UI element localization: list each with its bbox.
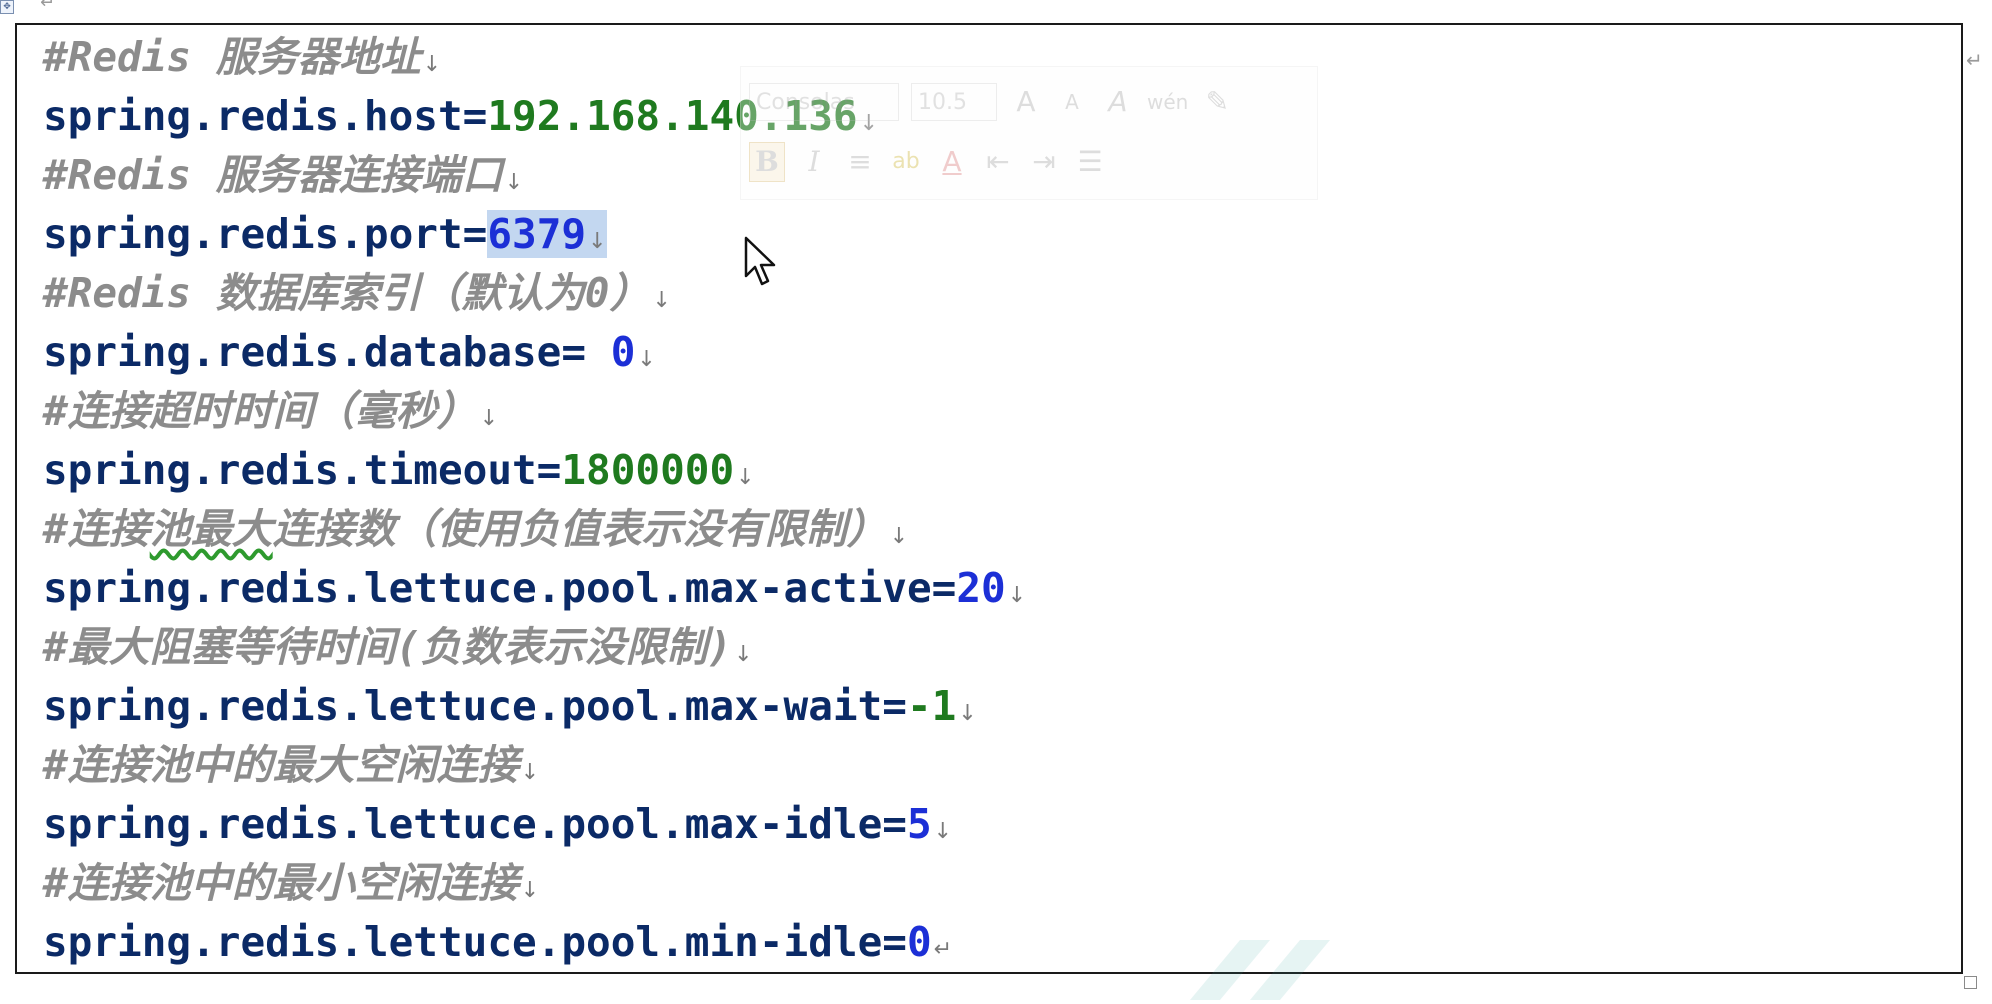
comment-text-start: #连接 (43, 505, 150, 553)
config-value: 1800000 (561, 446, 735, 494)
comment-text: #Redis 服务器地址 (43, 33, 421, 81)
code-line-comment[interactable]: #连接池中的最大空闲连接↓ (43, 737, 539, 793)
code-line-comment[interactable]: #最大阻塞等待时间(负数表示没限制)↓ (43, 619, 753, 675)
line-break-mark: ↓ (520, 878, 540, 903)
code-line-timeout[interactable]: spring.redis.timeout=1800000↓ (43, 442, 755, 498)
code-line-comment[interactable]: #Redis 服务器地址↓ (43, 29, 441, 85)
highlight-button[interactable]: ab (889, 143, 923, 181)
line-break-mark: ↓ (958, 701, 977, 726)
line-break-mark: ↓ (504, 170, 524, 195)
code-line-max-wait[interactable]: spring.redis.lettuce.pool.max-wait=-1↓ (43, 678, 977, 734)
watermark-logo (1190, 940, 1330, 1000)
code-line-database[interactable]: spring.redis.database= 0↓ (43, 324, 656, 380)
code-line-max-active[interactable]: spring.redis.lettuce.pool.max-active=20↓ (43, 560, 1026, 616)
code-line-comment[interactable]: #连接池最大连接数（使用负值表示没有限制）↓ (43, 501, 908, 557)
paragraph-mark-right: ↵ (1966, 48, 1983, 72)
line-break-mark: ↓ (422, 52, 442, 77)
code-line-comment[interactable]: #连接池中的最小空闲连接↓ (43, 855, 539, 911)
config-value: 0 (610, 328, 636, 376)
code-line-comment[interactable]: #连接超时时间（毫秒）↓ (43, 383, 498, 439)
italic-button[interactable]: I (797, 143, 831, 181)
code-line-min-idle[interactable]: spring.redis.lettuce.pool.min-idle=0↵ (43, 914, 952, 970)
line-break-mark: ↓ (734, 642, 753, 667)
format-painter-icon[interactable]: ✎ (1200, 83, 1234, 121)
line-break-mark: ↓ (520, 760, 540, 785)
comment-text-end: 连接数（使用负值表示没有限制） (272, 505, 888, 553)
comment-text: #连接超时时间（毫秒） (43, 387, 478, 435)
line-break-mark: ↓ (1007, 583, 1027, 608)
config-key: spring.redis.timeout= (43, 446, 562, 494)
decrease-indent-button[interactable]: ⇤ (981, 143, 1015, 181)
comment-text: #连接池中的最小空闲连接 (43, 859, 519, 907)
line-break-mark: ↓ (479, 406, 499, 431)
config-key: spring.redis.lettuce.pool.max-wait= (43, 682, 907, 730)
config-value: 0 (906, 918, 932, 966)
floating-format-toolbar[interactable]: Consolas 10.5 A A A wén ✎ B I ≡ ab A ⇤ ⇥… (740, 66, 1318, 200)
line-break-mark: ↓ (652, 288, 671, 313)
config-key: spring.redis.lettuce.pool.max-active= (43, 564, 957, 612)
config-value-selected[interactable]: 6379 (487, 210, 586, 258)
mouse-pointer-icon (744, 236, 776, 286)
paragraph-mark-top: ↵ (40, 0, 56, 13)
line-break-mark: ↓ (736, 465, 755, 490)
config-key: spring.redis.lettuce.pool.min-idle= (43, 918, 907, 966)
config-key: spring.redis.port= (43, 210, 488, 258)
code-line-port[interactable]: spring.redis.port=6379↓ (43, 206, 607, 262)
font-size-dropdown[interactable]: 10.5 (911, 83, 997, 121)
line-break-mark: ↓ (933, 819, 953, 844)
code-line-comment[interactable]: #Redis 服务器连接端口↓ (43, 147, 523, 203)
font-color-button[interactable]: A (935, 143, 969, 181)
phonetic-guide-button[interactable]: wén (1147, 83, 1188, 121)
increase-indent-button[interactable]: ⇥ (1027, 143, 1061, 181)
config-value: 5 (906, 800, 932, 848)
table-move-handle-icon[interactable]: ✥ (0, 0, 14, 14)
bold-button[interactable]: B (749, 142, 785, 182)
config-value: -1 (906, 682, 957, 730)
comment-text: #连接池中的最大空闲连接 (43, 741, 519, 789)
code-line-max-idle[interactable]: spring.redis.lettuce.pool.max-idle=5↓ (43, 796, 952, 852)
code-line-comment[interactable]: #Redis 数据库索引（默认为0）↓ (43, 265, 671, 321)
font-name-dropdown[interactable]: Consolas (749, 83, 899, 121)
spellcheck-underlined-text[interactable]: 池最大 (150, 505, 273, 553)
document-page: ✥ ↵ ↵ #Redis 服务器地址↓ spring.redis.host=19… (0, 0, 1992, 1004)
config-key: spring.redis.host= (43, 92, 488, 140)
bullets-button[interactable]: ☰ (1073, 143, 1107, 181)
config-key: spring.redis.database= (43, 328, 611, 376)
comment-text: #Redis 数据库索引（默认为0） (43, 269, 651, 317)
line-break-mark: ↓ (637, 347, 656, 372)
config-value: 20 (956, 564, 1006, 612)
comment-text: #Redis 服务器连接端口 (43, 151, 503, 199)
config-key: spring.redis.lettuce.pool.max-idle= (43, 800, 907, 848)
center-align-button[interactable]: ≡ (843, 143, 877, 181)
comment-text: #最大阻塞等待时间(负数表示没限制) (43, 623, 733, 671)
clear-format-button[interactable]: A (1101, 83, 1135, 121)
paragraph-end-mark: ↵ (933, 937, 953, 962)
line-break-mark: ↓ (889, 524, 909, 549)
line-break-mark: ↓ (588, 229, 607, 254)
table-resize-handle[interactable] (1964, 976, 1977, 989)
grow-font-button[interactable]: A (1009, 83, 1043, 121)
shrink-font-button[interactable]: A (1055, 83, 1089, 121)
